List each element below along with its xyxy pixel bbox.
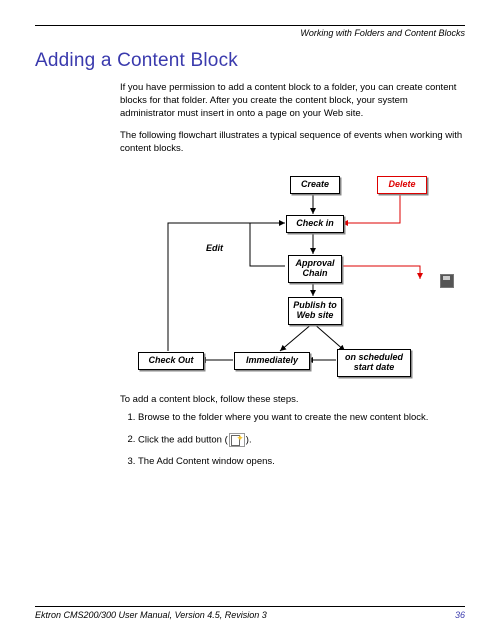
flowchart-checkout: Check Out (138, 352, 204, 370)
step-1: Browse to the folder where you want to c… (138, 411, 465, 424)
header-rule (35, 25, 465, 26)
footer: Ektron CMS200/300 User Manual, Version 4… (35, 606, 465, 620)
flowchart-approval: Approval Chain (288, 255, 342, 283)
flowchart-create: Create (290, 176, 340, 194)
page-title: Adding a Content Block (35, 50, 465, 72)
disk-icon (440, 274, 454, 288)
steps-list: Browse to the folder where you want to c… (120, 411, 465, 468)
paragraph-2: The following flowchart illustrates a ty… (120, 130, 465, 156)
flowchart: Create Delete Check in Edit Approval Cha… (120, 171, 465, 381)
step-2-text-b: ). (246, 434, 252, 445)
add-button-icon (229, 433, 245, 447)
footer-left: Ektron CMS200/300 User Manual, Version 4… (35, 610, 267, 620)
flowchart-edit-label: Edit (206, 243, 223, 253)
page-number: 36 (455, 610, 465, 620)
header-section: Working with Folders and Content Blocks (35, 28, 465, 38)
step-2: Click the add button (). (138, 433, 465, 447)
flowchart-immediately: Immediately (234, 352, 310, 370)
steps-intro: To add a content block, follow these ste… (120, 393, 465, 406)
flowchart-publish: Publish to Web site (288, 297, 342, 325)
step-2-text-a: Click the add button ( (138, 434, 228, 445)
flowchart-checkin: Check in (286, 215, 344, 233)
paragraph-1: If you have permission to add a content … (120, 82, 465, 120)
step-3: The Add Content window opens. (138, 455, 465, 468)
flowchart-scheduled: on scheduled start date (337, 349, 411, 377)
flowchart-delete: Delete (377, 176, 427, 194)
